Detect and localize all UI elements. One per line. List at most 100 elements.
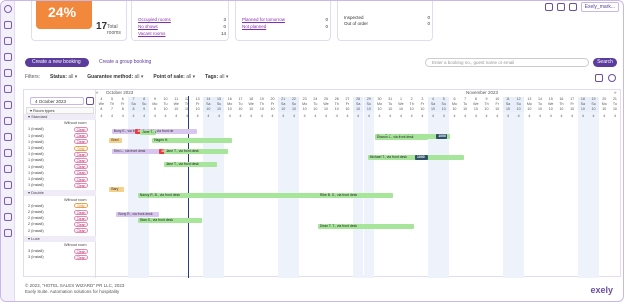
room-status-badge[interactable]: Clean <box>74 139 88 145</box>
new-booking-button[interactable]: Create a new booking <box>25 58 89 67</box>
room-status-badge[interactable]: Clean <box>74 248 88 254</box>
room-name: 1 (Install) <box>28 139 44 144</box>
availability-cell: 10 <box>249 107 254 111</box>
search-button[interactable]: Search <box>593 58 617 67</box>
room-type-double[interactable]: ▾ Double <box>24 190 96 197</box>
chat-icon[interactable] <box>4 133 12 141</box>
type-count-cell: 4 <box>250 114 253 118</box>
filter-tags[interactable]: Tags: all ▾ <box>205 74 228 80</box>
type-count-cell: 4 <box>292 114 295 118</box>
type-count-cell: 4 <box>464 114 467 118</box>
settings-gear-icon[interactable] <box>608 74 616 82</box>
mail-icon[interactable] <box>544 3 553 11</box>
room-status-badge[interactable]: Clean <box>74 164 88 170</box>
booking-bar[interactable]: Jane T., via front desk <box>163 161 218 167</box>
booking-bar[interactable]: Stan S., via front desk <box>137 217 202 223</box>
stat-vacant[interactable]: Vacant rooms 14 <box>138 31 226 37</box>
type-count-cell: 4 <box>143 114 146 118</box>
room-status-badge[interactable]: Clean <box>74 170 88 176</box>
bookings-icon[interactable] <box>4 69 12 77</box>
stat-planned-tomorrow[interactable]: Planned for tomorrow 0 <box>242 17 328 23</box>
type-count-cell: 4 <box>581 114 584 118</box>
room-status-badge[interactable]: Clean <box>74 209 88 215</box>
reports-icon[interactable] <box>4 101 12 109</box>
type-count-cell: 4 <box>506 114 509 118</box>
booking-bar[interactable]: 1000 <box>415 155 428 161</box>
booking-bar[interactable]: Jane T., via front desk <box>163 149 229 155</box>
room-status-badge[interactable]: Clean <box>74 151 88 157</box>
type-count-cell: 4 <box>496 114 499 118</box>
booking-bar[interactable]: Bary <box>109 187 125 192</box>
filter-point-of-sale[interactable]: Point of sale: all ▾ <box>153 74 195 80</box>
availability-cell: 10 <box>495 107 500 111</box>
apps-icon[interactable] <box>4 213 12 221</box>
room-status-badge[interactable]: Clean <box>74 182 88 188</box>
booking-bar[interactable]: Bony R., via front desk <box>116 211 160 217</box>
stat-no-shows[interactable]: No shows 0 <box>138 24 226 30</box>
gear-icon[interactable] <box>556 3 565 11</box>
room-status-badge[interactable]: Clean <box>74 254 88 260</box>
type-count-cell: 4 <box>314 114 317 118</box>
flag-icon[interactable] <box>595 74 603 82</box>
room-name: 1 (Install) <box>28 170 44 175</box>
calendar-icon[interactable] <box>4 37 12 45</box>
room-status-badge[interactable]: Clean <box>74 157 88 163</box>
weekend-band <box>513 112 524 278</box>
stat-not-planned[interactable]: Not planned 0 <box>242 24 328 30</box>
booking-bar[interactable]: Sharon L., via front desk <box>374 134 429 140</box>
services-icon[interactable] <box>4 165 12 173</box>
room-row[interactable]: 2 (Install) Clean <box>24 228 96 234</box>
next-arrow-icon[interactable]: » <box>614 90 617 96</box>
bell-icon[interactable] <box>568 3 577 11</box>
booking-bar[interactable]: Hagrin H. <box>151 137 233 143</box>
room-types-select[interactable]: ▾ Room types <box>26 107 94 114</box>
room-type-luxe[interactable]: ▾ Luxe <box>24 235 96 242</box>
logo-icon[interactable] <box>4 5 12 13</box>
finance-icon[interactable] <box>4 117 12 125</box>
room-status-badge[interactable]: Dirty <box>74 145 88 151</box>
availability-cell: 10 <box>313 107 318 111</box>
user-menu[interactable]: Exely_mark... <box>580 2 619 12</box>
search-input[interactable]: Enter a booking no., guest name or email <box>425 58 589 67</box>
room-row[interactable]: 3 (Install) Clean <box>24 254 96 260</box>
booking-bar[interactable]: Nancy R. B., via front desk <box>137 193 331 198</box>
booking-bar[interactable]: Bred <box>109 137 123 143</box>
booking-bar[interactable]: Dean T. T., via front desk <box>317 223 415 229</box>
dashboard-icon[interactable] <box>4 21 12 29</box>
room-status-badge[interactable]: Clean <box>74 221 88 227</box>
integrations-icon[interactable] <box>4 197 12 205</box>
room-status-badge[interactable]: Clean <box>74 215 88 221</box>
availability-cell: 8 <box>100 107 103 111</box>
availability-cell: 10 <box>259 107 264 111</box>
room-type-standard[interactable]: ▾ Standard <box>24 114 96 120</box>
room-status-badge[interactable]: Dirty <box>74 203 88 209</box>
grid-icon[interactable] <box>4 229 12 237</box>
booking-bar[interactable]: 1000 <box>436 133 448 139</box>
filter-guarantee[interactable]: Guarantee method: all ▾ <box>87 74 143 80</box>
filter-status[interactable]: Status: all ▾ <box>50 74 77 80</box>
rooms-column: 4 October 2023 ▾ Room types ▾ Standard Wi… <box>24 90 96 278</box>
guests-icon[interactable] <box>4 85 12 93</box>
room-name: 3 (Install) <box>28 249 44 254</box>
date-picker[interactable]: 4 October 2023 <box>30 97 84 105</box>
stat-occupied[interactable]: Occupied rooms 3 <box>138 17 226 23</box>
room-status-badge[interactable]: Clean <box>74 133 88 139</box>
rate-icon[interactable] <box>4 53 12 61</box>
housekeeping-icon[interactable] <box>4 149 12 157</box>
room-status-badge[interactable]: Clean <box>74 176 88 182</box>
booking-bar[interactable]: Sim L., via front desk <box>111 149 166 155</box>
footer: © 2023, "HOTEL SALES WIZARD" PR LLC, 202… <box>25 283 124 295</box>
booking-bar[interactable]: Jane T., via front desk <box>140 129 157 135</box>
clock-icon[interactable] <box>86 97 94 105</box>
group-booking-button[interactable]: Create a group booking <box>99 58 151 67</box>
settings-icon[interactable] <box>4 181 12 189</box>
availability-cell: 10 <box>227 107 232 111</box>
prev-arrow-icon[interactable]: « <box>96 90 99 96</box>
room-row[interactable]: 1 (Install) Clean <box>24 182 96 188</box>
type-count-cell: 4 <box>485 114 488 118</box>
booking-bar[interactable]: Ribe B. S., via front desk <box>317 193 393 198</box>
weekend-band <box>502 112 514 278</box>
room-status-badge[interactable]: Clean <box>74 228 88 234</box>
room-status-badge[interactable]: Clean <box>74 126 88 132</box>
type-count-cell: 4 <box>228 114 231 118</box>
